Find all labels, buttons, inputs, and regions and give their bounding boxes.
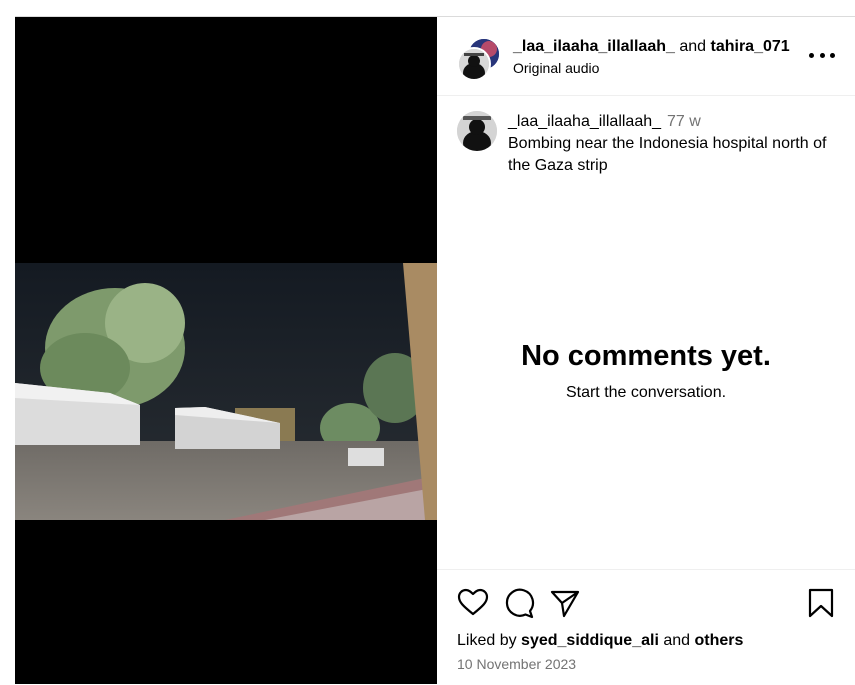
more-options-icon: [830, 52, 835, 58]
video-frame[interactable]: [15, 263, 437, 520]
post-side-panel: _laa_ilaaha_illallaah_ and tahira_071 Or…: [437, 17, 855, 684]
owner-line: _laa_ilaaha_illallaah_ and tahira_071: [513, 37, 790, 57]
post-footer: Liked by syed_siddique_ali and others 10…: [437, 569, 855, 685]
post-header: _laa_ilaaha_illallaah_ and tahira_071 Or…: [437, 17, 855, 96]
caption-avatar[interactable]: [457, 111, 497, 151]
heart-icon[interactable]: [457, 587, 489, 619]
avatar-image: [457, 111, 497, 151]
caption-text: Bombing near the Indonesia hospital nort…: [508, 135, 827, 174]
caption-username[interactable]: _laa_ilaaha_illallaah_: [508, 113, 661, 130]
video-player[interactable]: [15, 17, 437, 684]
empty-comments-title: No comments yet.: [521, 340, 771, 372]
collab-avatars[interactable]: [457, 37, 501, 81]
empty-comments-subtitle: Start the conversation.: [565, 384, 727, 401]
more-options-icon: [819, 52, 825, 58]
caption-timestamp[interactable]: 77 w: [667, 113, 701, 130]
action-bar: [457, 587, 581, 619]
liked-by-connector: and: [663, 632, 691, 649]
liked-by-others[interactable]: others: [695, 632, 744, 649]
video-still: [15, 263, 437, 520]
more-options-icon: [809, 52, 814, 58]
owner-connector: and: [679, 38, 707, 55]
avatar-image: [459, 49, 489, 79]
collab-username[interactable]: tahira_071: [711, 38, 790, 55]
comments-empty-state: No comments yet. Start the conversation.: [437, 339, 855, 402]
comment-icon[interactable]: [503, 587, 535, 619]
save-button[interactable]: [805, 587, 837, 619]
liked-by-username[interactable]: syed_siddique_ali: [521, 632, 659, 649]
post-caption: _laa_ilaaha_illallaah_ 77 w Bombing near …: [457, 111, 837, 177]
owner-avatar[interactable]: [457, 47, 491, 81]
post-owners: _laa_ilaaha_illallaah_ and tahira_071 Or…: [513, 37, 790, 78]
caption-body: _laa_ilaaha_illallaah_ 77 w Bombing near …: [508, 111, 837, 177]
owner-username[interactable]: _laa_ilaaha_illallaah_: [513, 38, 675, 55]
post-date[interactable]: 10 November 2023: [457, 656, 576, 672]
post-dialog: _laa_ilaaha_illallaah_ and tahira_071 Or…: [15, 16, 855, 684]
audio-link[interactable]: Original audio: [513, 58, 790, 78]
liked-by-prefix: Liked by: [457, 632, 517, 649]
bookmark-icon[interactable]: [805, 587, 837, 619]
more-options-button[interactable]: [809, 45, 835, 65]
likes-summary: Liked by syed_siddique_ali and others: [457, 630, 743, 652]
share-icon[interactable]: [549, 587, 581, 619]
